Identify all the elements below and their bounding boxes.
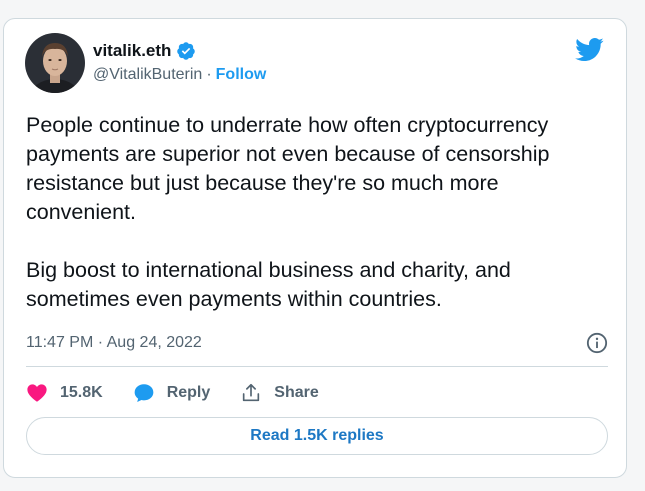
share-icon <box>243 383 260 402</box>
verified-badge-icon <box>177 42 196 60</box>
name-row: vitalik.eth <box>93 39 266 63</box>
share-label: Share <box>274 384 319 401</box>
reply-button[interactable]: Reply <box>133 382 211 404</box>
reply-bubble-icon <box>134 384 154 402</box>
tweet-actions: 15.8K Reply Share <box>26 379 349 407</box>
handle[interactable]: @VitalikButerin <box>93 66 202 83</box>
heart-icon <box>27 384 47 402</box>
separator-dot: · <box>206 66 212 83</box>
read-replies-button[interactable]: Read 1.5K replies <box>26 417 608 455</box>
twitter-bird-icon[interactable] <box>574 37 604 62</box>
user-info: vitalik.eth @VitalikButerin · Follow <box>93 39 266 87</box>
tweet-header: vitalik.eth @VitalikButerin · Follow <box>25 33 266 93</box>
follow-button[interactable]: Follow <box>216 66 267 83</box>
like-count: 15.8K <box>60 384 103 401</box>
handle-row: @VitalikButerin · Follow <box>93 63 266 87</box>
tweet-card: vitalik.eth @VitalikButerin · Follow Peopl… <box>3 18 627 478</box>
share-button[interactable]: Share <box>240 382 319 404</box>
like-button[interactable]: 15.8K <box>26 382 103 404</box>
avatar[interactable] <box>25 33 85 93</box>
divider <box>26 366 608 367</box>
tweet-timestamp[interactable]: 11:47 PM · Aug 24, 2022 <box>26 334 202 352</box>
reply-label: Reply <box>166 384 211 401</box>
tweet-text: People continue to underrate how often c… <box>26 113 550 311</box>
info-icon[interactable] <box>586 332 608 354</box>
display-name[interactable]: vitalik.eth <box>93 41 171 61</box>
timestamp-row: 11:47 PM · Aug 24, 2022 <box>26 331 608 355</box>
page: vitalik.eth @VitalikButerin · Follow Peopl… <box>0 0 645 491</box>
